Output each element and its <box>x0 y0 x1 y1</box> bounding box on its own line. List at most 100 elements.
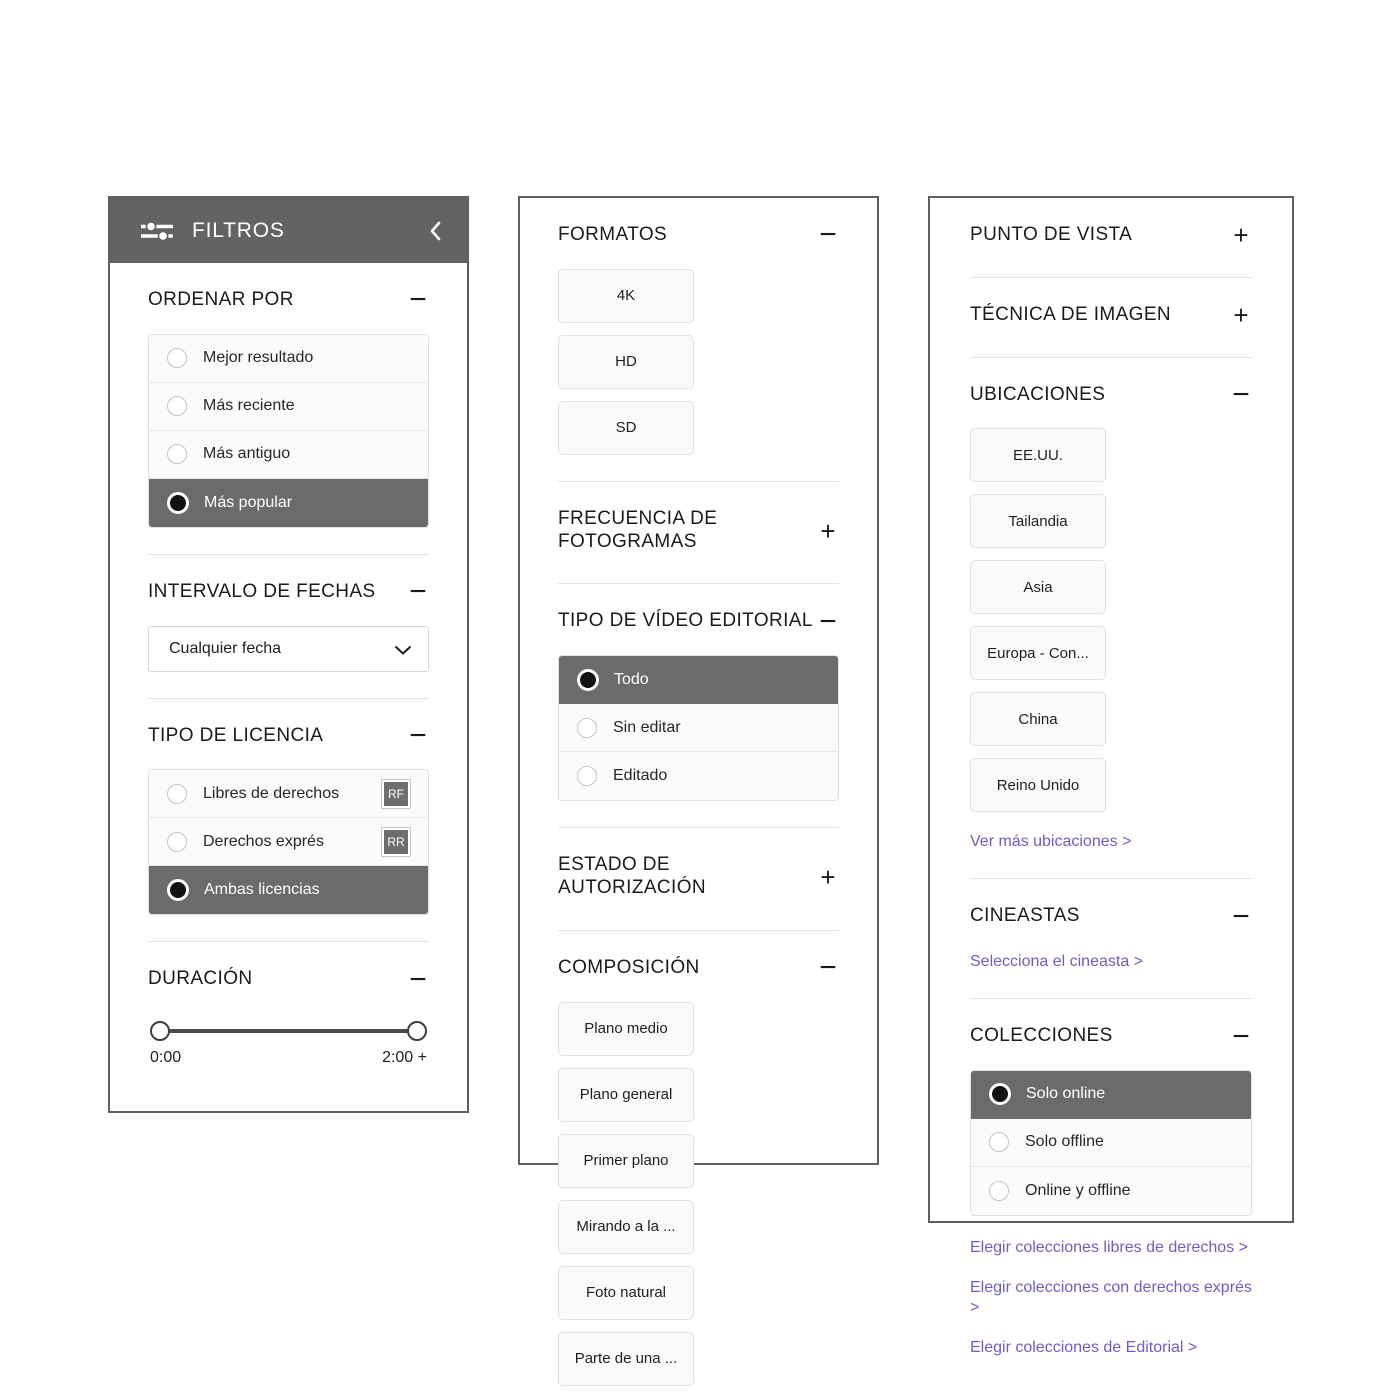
radio-row[interactable]: Más antiguo <box>149 430 428 479</box>
radio-icon[interactable] <box>989 1132 1009 1153</box>
collapse-toggle-icon[interactable]: − <box>1230 379 1252 409</box>
slider-track[interactable] <box>150 1021 427 1042</box>
link-select-filmmaker[interactable]: Selecciona el cineasta > <box>970 952 1252 972</box>
radio-icon[interactable] <box>167 348 187 369</box>
radio-row[interactable]: Más reciente <box>149 382 428 431</box>
section-header-locations[interactable]: UBICACIONES − <box>970 379 1252 411</box>
radio-icon-selected[interactable] <box>167 879 189 902</box>
section-frame-rate: FRECUENCIA DE FOTOGRAMAS + <box>558 482 839 558</box>
radio-icon[interactable] <box>577 766 597 787</box>
link-editorial-collections[interactable]: Elegir colecciones de Editorial > <box>970 1338 1252 1358</box>
date-range-select[interactable]: Cualquier fecha <box>148 625 429 672</box>
chip-location[interactable]: Reino Unido <box>970 758 1106 813</box>
collapse-toggle-icon[interactable]: − <box>407 577 429 607</box>
slider-min-label: 0:00 <box>150 1049 182 1067</box>
chip-location[interactable]: EE.UU. <box>970 428 1106 483</box>
radio-row[interactable]: Más popular <box>149 478 428 527</box>
collapse-toggle-icon[interactable]: − <box>1230 901 1252 931</box>
collapse-toggle-icon[interactable]: − <box>407 285 429 315</box>
section-title: COMPOSICIÓN <box>558 956 700 978</box>
section-header-release-status[interactable]: ESTADO DE AUTORIZACIÓN + <box>558 854 839 904</box>
expand-toggle-icon[interactable]: + <box>817 864 839 890</box>
radio-label: Solo offline <box>1025 1133 1104 1151</box>
filters-panel-header: FILTROS <box>110 198 467 263</box>
radio-row[interactable]: Sin editar <box>559 704 838 753</box>
sliders-icon <box>140 220 174 242</box>
link-more-locations[interactable]: Ver más ubicaciones > <box>970 832 1252 852</box>
collections-links: Elegir colecciones libres de derechos > … <box>970 1238 1252 1358</box>
chip-composition[interactable]: Plano medio <box>558 1001 694 1056</box>
chip-location[interactable]: China <box>970 692 1106 747</box>
section-title: TIPO DE LICENCIA <box>148 724 324 746</box>
section-header-composition[interactable]: COMPOSICIÓN − <box>558 953 839 984</box>
editorial-video-type-radio-group: Todo Sin editar Editado <box>558 655 839 802</box>
section-header-collections[interactable]: COLECCIONES − <box>970 1021 1252 1052</box>
link-rights-managed-collections[interactable]: Elegir colecciones con derechos exprés > <box>970 1278 1252 1318</box>
radio-label: Todo <box>614 670 649 688</box>
slider-handle-max[interactable] <box>407 1021 427 1042</box>
slider-labels: 0:00 2:00 + <box>150 1049 427 1067</box>
section-title: FRECUENCIA DE FOTOGRAMAS <box>558 507 718 552</box>
chip-format[interactable]: HD <box>558 334 694 389</box>
radio-icon[interactable] <box>167 783 187 804</box>
composition-chip-grid: Plano medio Plano general Primer plano M… <box>558 1001 839 1386</box>
expand-toggle-icon[interactable]: + <box>1230 302 1252 328</box>
radio-row[interactable]: Libres de derechos RF <box>149 770 428 819</box>
chip-composition[interactable]: Foto natural <box>558 1265 694 1320</box>
chip-location[interactable]: Tailandia <box>970 494 1106 549</box>
radio-icon-selected[interactable] <box>989 1083 1011 1106</box>
expand-toggle-icon[interactable]: + <box>1230 222 1252 248</box>
section-header-formats[interactable]: FORMATOS − <box>558 220 839 251</box>
chip-composition[interactable]: Plano general <box>558 1067 694 1122</box>
section-viewpoint: PUNTO DE VISTA + <box>970 198 1252 251</box>
radio-icon[interactable] <box>577 717 597 738</box>
collapse-toggle-icon[interactable]: − <box>407 720 429 750</box>
radio-row[interactable]: Editado <box>559 752 838 801</box>
collapse-toggle-icon[interactable]: − <box>817 953 839 983</box>
section-header-duration[interactable]: DURACIÓN − <box>148 964 429 995</box>
section-header-license-type[interactable]: TIPO DE LICENCIA − <box>148 720 429 752</box>
radio-label: Más reciente <box>203 397 295 415</box>
link-royalty-free-collections[interactable]: Elegir colecciones libres de derechos > <box>970 1238 1252 1258</box>
radio-row[interactable]: Online y offline <box>971 1166 1251 1215</box>
collapse-toggle-icon[interactable]: − <box>1230 1021 1252 1051</box>
radio-icon-selected[interactable] <box>167 491 189 514</box>
chip-format[interactable]: SD <box>558 400 694 455</box>
chevron-left-icon[interactable] <box>425 217 445 245</box>
section-header-filmmakers[interactable]: CINEASTAS − <box>970 901 1252 932</box>
radio-icon[interactable] <box>989 1180 1009 1201</box>
radio-icon[interactable] <box>167 831 187 852</box>
section-header-sort-by[interactable]: ORDENAR POR − <box>148 285 429 316</box>
middle-filters-panel: FORMATOS − 4K HD SD FRECUENCIA DE FOTOGR… <box>518 196 879 1386</box>
radio-row[interactable]: Derechos exprés RR <box>149 818 428 867</box>
collapse-toggle-icon[interactable]: − <box>407 964 429 994</box>
section-title: TÉCNICA DE IMAGEN <box>970 303 1172 325</box>
radio-row[interactable]: Ambas licencias <box>149 866 428 915</box>
radio-icon[interactable] <box>167 444 187 465</box>
chevron-down-icon[interactable] <box>394 643 412 655</box>
radio-icon-selected[interactable] <box>577 668 599 691</box>
chip-format[interactable]: 4K <box>558 268 694 323</box>
section-header-frame-rate[interactable]: FRECUENCIA DE FOTOGRAMAS + <box>558 508 839 558</box>
collapse-toggle-icon[interactable]: − <box>817 606 839 636</box>
section-header-editorial-video-type[interactable]: TIPO DE VÍDEO EDITORIAL − <box>558 606 839 637</box>
chip-composition[interactable]: Parte de una ... <box>558 1331 694 1386</box>
radio-row[interactable]: Mejor resultado <box>149 334 428 383</box>
chip-composition[interactable]: Primer plano <box>558 1133 694 1188</box>
duration-range-slider[interactable]: 0:00 2:00 + <box>148 1021 429 1067</box>
slider-max-label: 2:00 + <box>382 1049 427 1067</box>
section-header-image-technique[interactable]: TÉCNICA DE IMAGEN + <box>970 302 1252 331</box>
slider-handle-min[interactable] <box>150 1021 170 1042</box>
expand-toggle-icon[interactable]: + <box>817 518 839 544</box>
radio-row[interactable]: Todo <box>559 656 838 705</box>
chip-location[interactable]: Europa - Con... <box>970 626 1106 681</box>
chip-composition[interactable]: Mirando a la ... <box>558 1199 694 1254</box>
chip-location[interactable]: Asia <box>970 560 1106 615</box>
section-header-viewpoint[interactable]: PUNTO DE VISTA + <box>970 222 1252 251</box>
section-header-date-range[interactable]: INTERVALO DE FECHAS − <box>148 577 429 608</box>
collapse-toggle-icon[interactable]: − <box>817 220 839 250</box>
radio-label: Derechos exprés <box>203 832 324 850</box>
radio-icon[interactable] <box>167 396 187 417</box>
radio-row[interactable]: Solo online <box>971 1070 1251 1119</box>
radio-row[interactable]: Solo offline <box>971 1118 1251 1167</box>
